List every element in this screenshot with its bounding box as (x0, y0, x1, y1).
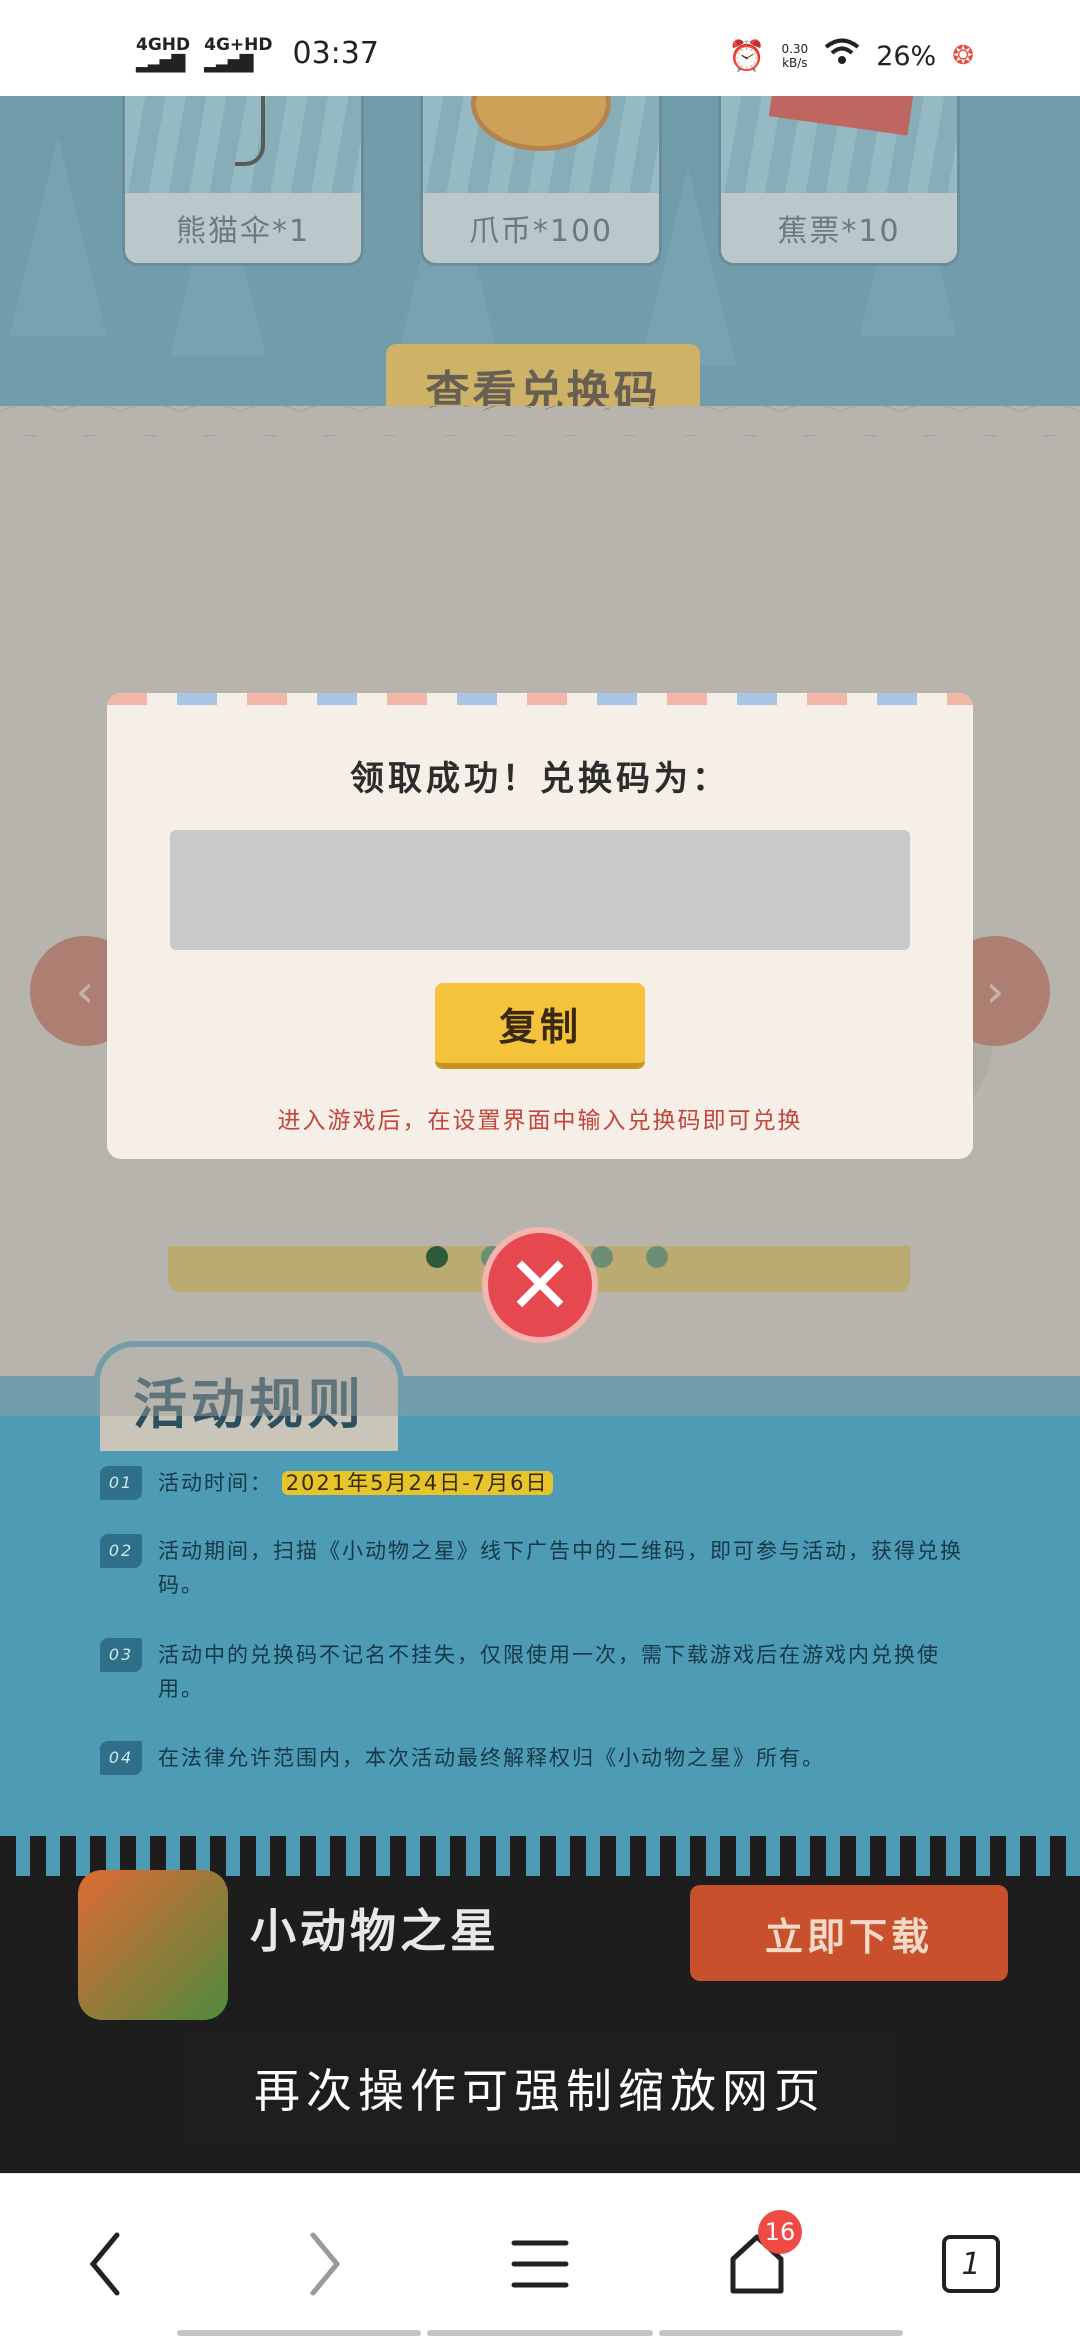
home-button[interactable]: 16 (712, 2210, 802, 2304)
rule-text: 活动期间，扫描《小动物之星》线下广告中的二维码，即可参与活动，获得兑换码。 (158, 1539, 963, 1597)
status-bar: 4GHD ▂▃▅▇ 4G+HD ▂▃▅▇ 03:37 ⏰ 0.30 kB/s 2… (0, 0, 1080, 96)
rule-item: 02 活动期间，扫描《小动物之星》线下广告中的二维码，即可参与活动，获得兑换码。 (100, 1534, 980, 1602)
app-name: 小动物之星 (250, 1904, 500, 1958)
app-icon[interactable] (78, 1870, 228, 2020)
rule-text: 活动时间： (158, 1471, 273, 1495)
redeem-code-dialog: 领取成功！兑换码为： 复制 进入游戏后，在设置界面中输入兑换码即可兑换 (107, 693, 973, 1159)
status-left: 4GHD ▂▃▅▇ 4G+HD ▂▃▅▇ 03:37 (136, 36, 379, 71)
download-button[interactable]: 立即下载 (690, 1885, 1008, 1981)
rule-text-wrap: 活动时间： 2021年5月24日-7月6日 (158, 1466, 553, 1500)
gesture-bar (0, 2330, 1080, 2338)
tabs-button[interactable]: 1 (926, 2224, 1016, 2304)
forward-button[interactable] (278, 2224, 368, 2304)
rule-number: 04 (100, 1741, 142, 1775)
gesture-segment (177, 2330, 421, 2336)
forward-arrow-icon (310, 2232, 341, 2296)
wifi-icon (824, 38, 860, 74)
status-right: ⏰ 0.30 kB/s 26% ❂ (728, 38, 974, 74)
rule-number: 03 (100, 1638, 142, 1672)
signal-icon: ▂▃▅▇ (204, 51, 253, 73)
network-label-1: 4GHD (136, 34, 191, 55)
alarm-icon: ⏰ (728, 38, 766, 74)
network-indicator-1: 4GHD ▂▃▅▇ (136, 34, 191, 73)
tabs-badge: 16 (758, 2210, 802, 2254)
rule-text: 在法律允许范围内，本次活动最终解释权归《小动物之星》所有。 (158, 1746, 825, 1770)
redeem-hint: 进入游戏后，在设置界面中输入兑换码即可兑换 (277, 1108, 803, 1134)
network-label-2: 4G+HD (204, 34, 273, 55)
battery-percent: 26% (876, 40, 937, 72)
gesture-segment (659, 2330, 903, 2336)
back-button[interactable] (62, 2224, 152, 2304)
carousel-dot[interactable] (426, 1246, 448, 1268)
rule-item: 03 活动中的兑换码不记名不挂失，仅限使用一次，需下载游戏后在游戏内兑换使用。 (100, 1638, 980, 1706)
network-speed: 0.30 kB/s (781, 42, 808, 70)
carousel-dot[interactable] (646, 1246, 668, 1268)
rule-item: 01 活动时间： 2021年5月24日-7月6日 (100, 1466, 980, 1500)
close-dialog-button[interactable]: ✕ (482, 1227, 598, 1343)
zoom-toast: 再次操作可强制缩放网页 (180, 2030, 900, 2146)
dialog-title: 领取成功！兑换码为： (350, 759, 730, 799)
airmail-stripe (107, 693, 973, 705)
tab-count: 1 (942, 2235, 1000, 2293)
gesture-segment (427, 2330, 653, 2336)
close-icon: ✕ (506, 1238, 574, 1332)
back-arrow-icon (89, 2232, 120, 2296)
rule-number: 02 (100, 1534, 142, 1568)
battery-icon: ❂ (952, 41, 974, 71)
browser-nav-bar: 16 1 (0, 2173, 1080, 2340)
network-indicator-2: 4G+HD ▂▃▅▇ (204, 34, 273, 73)
copy-button[interactable]: 复制 (435, 983, 645, 1069)
menu-icon (511, 2240, 569, 2288)
speed-value: 0.30 (781, 42, 809, 56)
redeem-code-field[interactable] (170, 830, 910, 950)
rule-item: 04 在法律允许范围内，本次活动最终解释权归《小动物之星》所有。 (100, 1741, 980, 1775)
signal-icon: ▂▃▅▇ (136, 51, 185, 73)
rule-number: 01 (100, 1466, 142, 1500)
rule-date-highlight: 2021年5月24日-7月6日 (281, 1471, 553, 1495)
rule-text: 活动中的兑换码不记名不挂失，仅限使用一次，需下载游戏后在游戏内兑换使用。 (158, 1643, 940, 1701)
clock: 03:37 (292, 36, 379, 71)
menu-button[interactable] (495, 2224, 585, 2304)
speed-unit: kB/s (782, 56, 808, 70)
